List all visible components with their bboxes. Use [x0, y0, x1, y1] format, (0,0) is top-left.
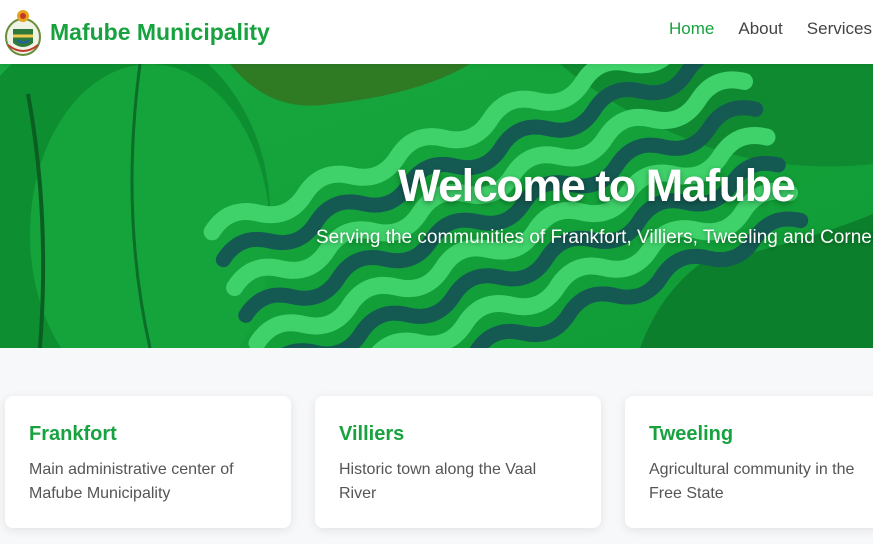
navbar: Mafube Municipality Home About Services: [0, 0, 873, 64]
nav-menu: Home About Services: [669, 19, 873, 39]
brand[interactable]: Mafube Municipality: [4, 4, 270, 60]
hero-banner: Welcome to Mafube Serving the communitie…: [0, 64, 873, 348]
town-card-description: Historic town along the Vaal River: [339, 461, 537, 502]
town-card-description: Agricultural community in the Free State: [649, 461, 855, 502]
hero-title: Welcome to Mafube: [398, 160, 796, 211]
hero-subtitle: Serving the communities of Frankfort, Vi…: [316, 227, 873, 248]
towns-section: Frankfort Main administrative center of …: [0, 348, 873, 544]
town-card-title: Frankfort: [29, 423, 117, 445]
nav-home[interactable]: Home: [669, 19, 714, 39]
town-card-villiers[interactable]: Villiers Historic town along the Vaal Ri…: [315, 396, 601, 528]
town-card-description: Main administrative center of Mafube Mun…: [29, 461, 234, 502]
town-card-tweeling[interactable]: Tweeling Agricultural community in the F…: [625, 396, 873, 528]
town-card-title: Villiers: [339, 423, 405, 445]
nav-services[interactable]: Services: [807, 19, 872, 39]
town-card-frankfort[interactable]: Frankfort Main administrative center of …: [5, 396, 291, 528]
nav-about[interactable]: About: [738, 19, 782, 39]
coat-of-arms-icon: [5, 10, 41, 56]
town-card-title: Tweeling: [649, 423, 734, 445]
brand-name: Mafube Municipality: [50, 18, 270, 45]
